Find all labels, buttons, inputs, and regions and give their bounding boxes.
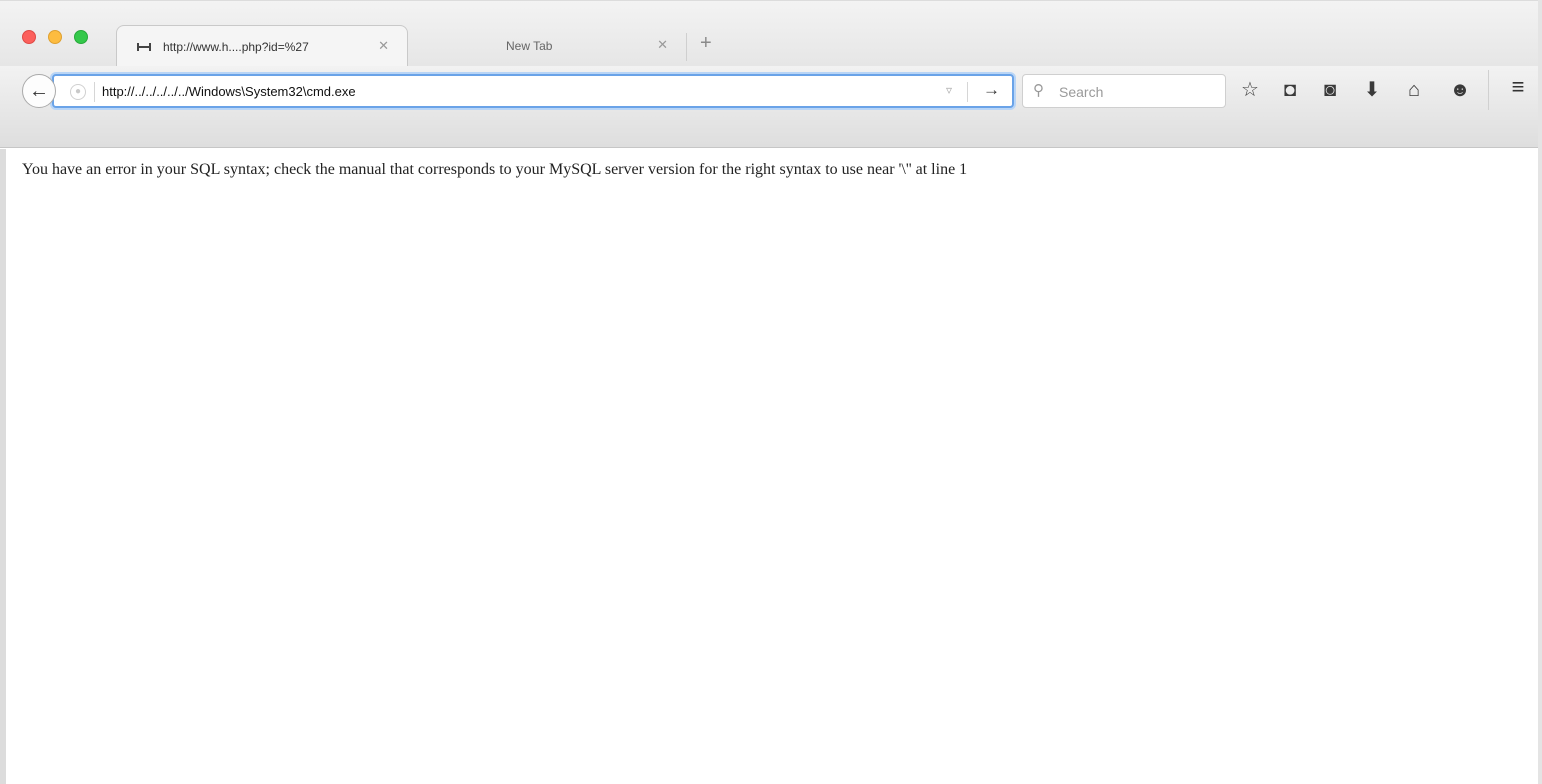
toolbar-divider bbox=[1488, 70, 1489, 110]
back-button[interactable]: ← bbox=[22, 74, 56, 108]
hello-chat-icon[interactable]: ☻ bbox=[1446, 76, 1474, 104]
hamburger-menu-icon[interactable]: ≡ bbox=[1504, 74, 1532, 100]
home-icon[interactable]: ⌂ bbox=[1400, 76, 1428, 104]
tab-close-icon[interactable]: ✕ bbox=[378, 38, 389, 54]
navigation-toolbar: ← ● http://../../../../../Windows\System… bbox=[0, 66, 1542, 148]
history-dropdown-icon[interactable]: ▿ bbox=[946, 83, 952, 97]
browser-window: http://www.h....php?id=%27 ✕ New Tab ✕ +… bbox=[0, 0, 1542, 784]
url-bar[interactable]: ● http://../../../../../Windows\System32… bbox=[52, 74, 1014, 108]
window-edge bbox=[1538, 0, 1542, 784]
page-content: You have an error in your SQL syntax; ch… bbox=[0, 149, 1542, 784]
close-window-button[interactable] bbox=[22, 30, 36, 44]
tab-new[interactable]: New Tab ✕ bbox=[420, 25, 680, 67]
go-button[interactable]: → bbox=[983, 80, 1000, 100]
tab-title: http://www.h....php?id=%27 bbox=[163, 39, 309, 54]
downloads-icon[interactable]: ⬇ bbox=[1358, 76, 1386, 104]
zoom-window-button[interactable] bbox=[74, 30, 88, 44]
url-input[interactable]: http://../../../../../Windows\System32\c… bbox=[102, 84, 356, 99]
url-divider bbox=[94, 82, 95, 102]
search-icon: ⚲ bbox=[1033, 82, 1044, 99]
search-bar[interactable]: ⚲ Search bbox=[1022, 74, 1226, 108]
new-tab-button[interactable]: + bbox=[700, 31, 712, 55]
bookmark-star-icon[interactable]: ☆ bbox=[1236, 76, 1264, 104]
pocket-icon[interactable]: ◙ bbox=[1316, 76, 1344, 104]
tab-close-icon[interactable]: ✕ bbox=[657, 37, 668, 53]
favicon-icon bbox=[137, 42, 153, 52]
sql-error-message: You have an error in your SQL syntax; ch… bbox=[22, 161, 968, 178]
reading-list-icon[interactable]: ◘ bbox=[1276, 76, 1304, 104]
site-identity-icon[interactable]: ● bbox=[70, 84, 86, 100]
tab-active[interactable]: http://www.h....php?id=%27 ✕ bbox=[116, 25, 408, 67]
search-input[interactable]: Search bbox=[1059, 84, 1103, 100]
tab-strip: http://www.h....php?id=%27 ✕ New Tab ✕ + bbox=[0, 0, 1542, 67]
tab-divider bbox=[686, 33, 687, 61]
minimize-window-button[interactable] bbox=[48, 30, 62, 44]
tab-title: New Tab bbox=[506, 39, 553, 53]
url-divider bbox=[967, 82, 968, 102]
